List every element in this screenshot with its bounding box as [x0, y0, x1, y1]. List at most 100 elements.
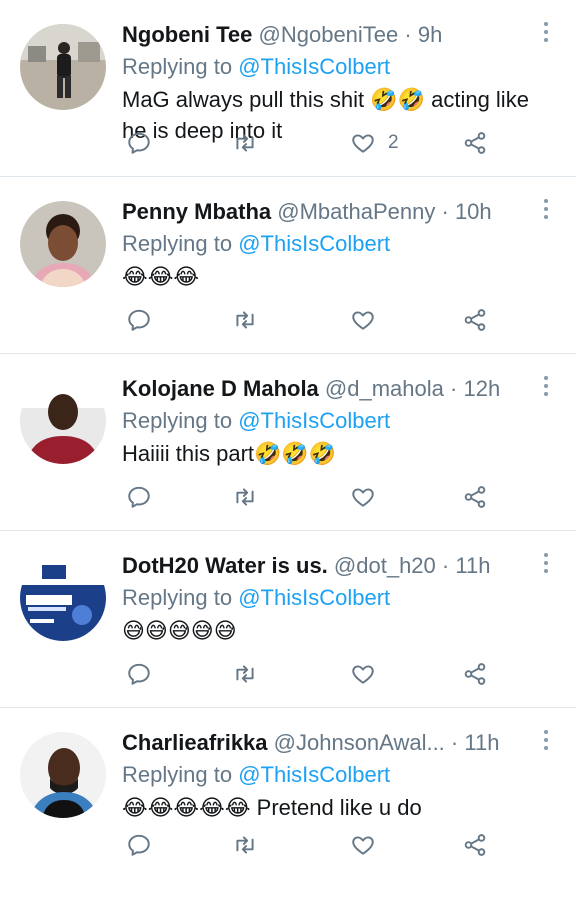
reply-button[interactable] — [126, 659, 152, 689]
tweet-reply[interactable]: Kolojane D Mahola @d_mahola · 12h Replyi… — [0, 354, 576, 531]
more-vertical-icon[interactable] — [542, 22, 550, 46]
avatar[interactable] — [20, 732, 106, 818]
heart-icon — [352, 311, 374, 330]
timestamp[interactable]: 10h — [455, 199, 492, 224]
retweet-button[interactable] — [232, 482, 258, 512]
share-icon — [464, 486, 486, 508]
share-icon — [464, 834, 486, 856]
tweet-text: 😂😂😂😂😂 Pretend like u do — [122, 795, 422, 820]
like-button[interactable] — [350, 830, 388, 860]
user-handle[interactable]: @d_mahola — [325, 376, 444, 401]
retweet-button[interactable] — [232, 659, 258, 689]
retweet-button[interactable] — [232, 128, 258, 158]
share-icon — [464, 309, 486, 331]
tweet-reply[interactable]: Charlieafrikka @JohnsonAwal... · 11h Rep… — [0, 708, 576, 878]
user-handle[interactable]: @NgobeniTee — [259, 22, 399, 47]
user-handle[interactable]: @dot_h20 — [334, 553, 436, 578]
share-button[interactable] — [462, 128, 488, 158]
reply-button[interactable] — [126, 128, 152, 158]
display-name[interactable]: Ngobeni Tee — [122, 22, 252, 47]
tweet-reply[interactable]: Ngobeni Tee @NgobeniTee · 9h Replying to… — [0, 0, 576, 177]
replying-prefix: Replying to — [122, 585, 233, 610]
mention-link[interactable]: @ThisIsColbert — [238, 408, 390, 433]
like-button[interactable] — [350, 659, 388, 689]
retweet-icon — [236, 134, 254, 152]
display-name[interactable]: Charlieafrikka — [122, 730, 268, 755]
tweet-header: Kolojane D Mahola @d_mahola · 12h — [122, 374, 536, 404]
heart-icon — [352, 836, 374, 855]
reply-icon — [128, 309, 150, 331]
retweet-icon — [236, 488, 254, 506]
user-handle[interactable]: @JohnsonAwal... — [274, 730, 445, 755]
share-button[interactable] — [462, 482, 488, 512]
replying-to: Replying to @ThisIsColbert — [122, 758, 536, 792]
share-button[interactable] — [462, 305, 488, 335]
tweet-header: Penny Mbatha @MbathaPenny · 10h — [122, 197, 536, 227]
separator: · — [450, 376, 458, 401]
like-button[interactable] — [350, 305, 388, 335]
reply-button[interactable] — [126, 830, 152, 860]
display-name[interactable]: Kolojane D Mahola — [122, 376, 319, 401]
separator: · — [404, 22, 412, 47]
retweet-icon — [236, 311, 254, 329]
reply-button[interactable] — [126, 482, 152, 512]
timestamp[interactable]: 9h — [418, 22, 442, 47]
tweet-text: 😅😅😅😅😅 — [122, 618, 237, 643]
avatar[interactable] — [20, 555, 106, 641]
replying-prefix: Replying to — [122, 408, 233, 433]
reply-button[interactable] — [126, 305, 152, 335]
separator: · — [441, 553, 450, 578]
avatar[interactable] — [20, 378, 106, 464]
retweet-button[interactable] — [232, 305, 258, 335]
like-button[interactable] — [350, 482, 388, 512]
replying-to: Replying to @ThisIsColbert — [122, 404, 536, 438]
retweet-button[interactable] — [232, 830, 258, 860]
more-vertical-icon[interactable] — [542, 199, 550, 223]
share-icon — [464, 132, 486, 154]
tweet-header: Ngobeni Tee @NgobeniTee · 9h — [122, 20, 536, 50]
share-button[interactable] — [462, 659, 488, 689]
replying-to: Replying to @ThisIsColbert — [122, 227, 536, 261]
retweet-icon — [236, 836, 254, 854]
action-bar — [122, 305, 502, 335]
like-button[interactable]: 2 — [350, 128, 399, 158]
replying-to: Replying to @ThisIsColbert — [122, 50, 536, 84]
action-bar — [122, 659, 502, 689]
replying-to: Replying to @ThisIsColbert — [122, 581, 536, 615]
avatar[interactable] — [20, 201, 106, 287]
action-bar: 2 — [122, 128, 502, 158]
display-name[interactable]: DotH20 Water is us. — [122, 553, 328, 578]
mention-link[interactable]: @ThisIsColbert — [238, 54, 390, 79]
tweet-text: Haiiii this part🤣🤣🤣 — [122, 441, 337, 466]
more-vertical-icon[interactable] — [542, 376, 550, 400]
tweet-reply[interactable]: Penny Mbatha @MbathaPenny · 10h Replying… — [0, 177, 576, 354]
heart-icon — [352, 134, 374, 153]
reply-feed: Ngobeni Tee @NgobeniTee · 9h Replying to… — [0, 0, 576, 878]
share-icon — [464, 663, 486, 685]
reply-icon — [128, 486, 150, 508]
heart-icon — [352, 665, 374, 684]
mention-link[interactable]: @ThisIsColbert — [238, 231, 390, 256]
replying-prefix: Replying to — [122, 231, 233, 256]
reply-icon — [128, 834, 150, 856]
timestamp[interactable]: 11h — [464, 730, 499, 755]
avatar[interactable] — [20, 24, 106, 110]
separator: · — [450, 730, 459, 755]
more-vertical-icon[interactable] — [542, 730, 550, 754]
heart-icon — [352, 488, 374, 507]
action-bar — [122, 830, 502, 860]
mention-link[interactable]: @ThisIsColbert — [238, 585, 390, 610]
tweet-text: 😂😂😂 — [122, 264, 200, 289]
user-handle[interactable]: @MbathaPenny — [277, 199, 435, 224]
display-name[interactable]: Penny Mbatha — [122, 199, 271, 224]
timestamp[interactable]: 12h — [463, 376, 500, 401]
like-count: 2 — [388, 132, 399, 153]
action-bar — [122, 482, 502, 512]
mention-link[interactable]: @ThisIsColbert — [238, 762, 390, 787]
tweet-reply[interactable]: DotH20 Water is us. @dot_h20 · 11h Reply… — [0, 531, 576, 708]
share-button[interactable] — [462, 830, 488, 860]
timestamp[interactable]: 11h — [455, 553, 490, 578]
more-vertical-icon[interactable] — [542, 553, 550, 577]
reply-icon — [128, 132, 150, 154]
replying-prefix: Replying to — [122, 762, 233, 787]
